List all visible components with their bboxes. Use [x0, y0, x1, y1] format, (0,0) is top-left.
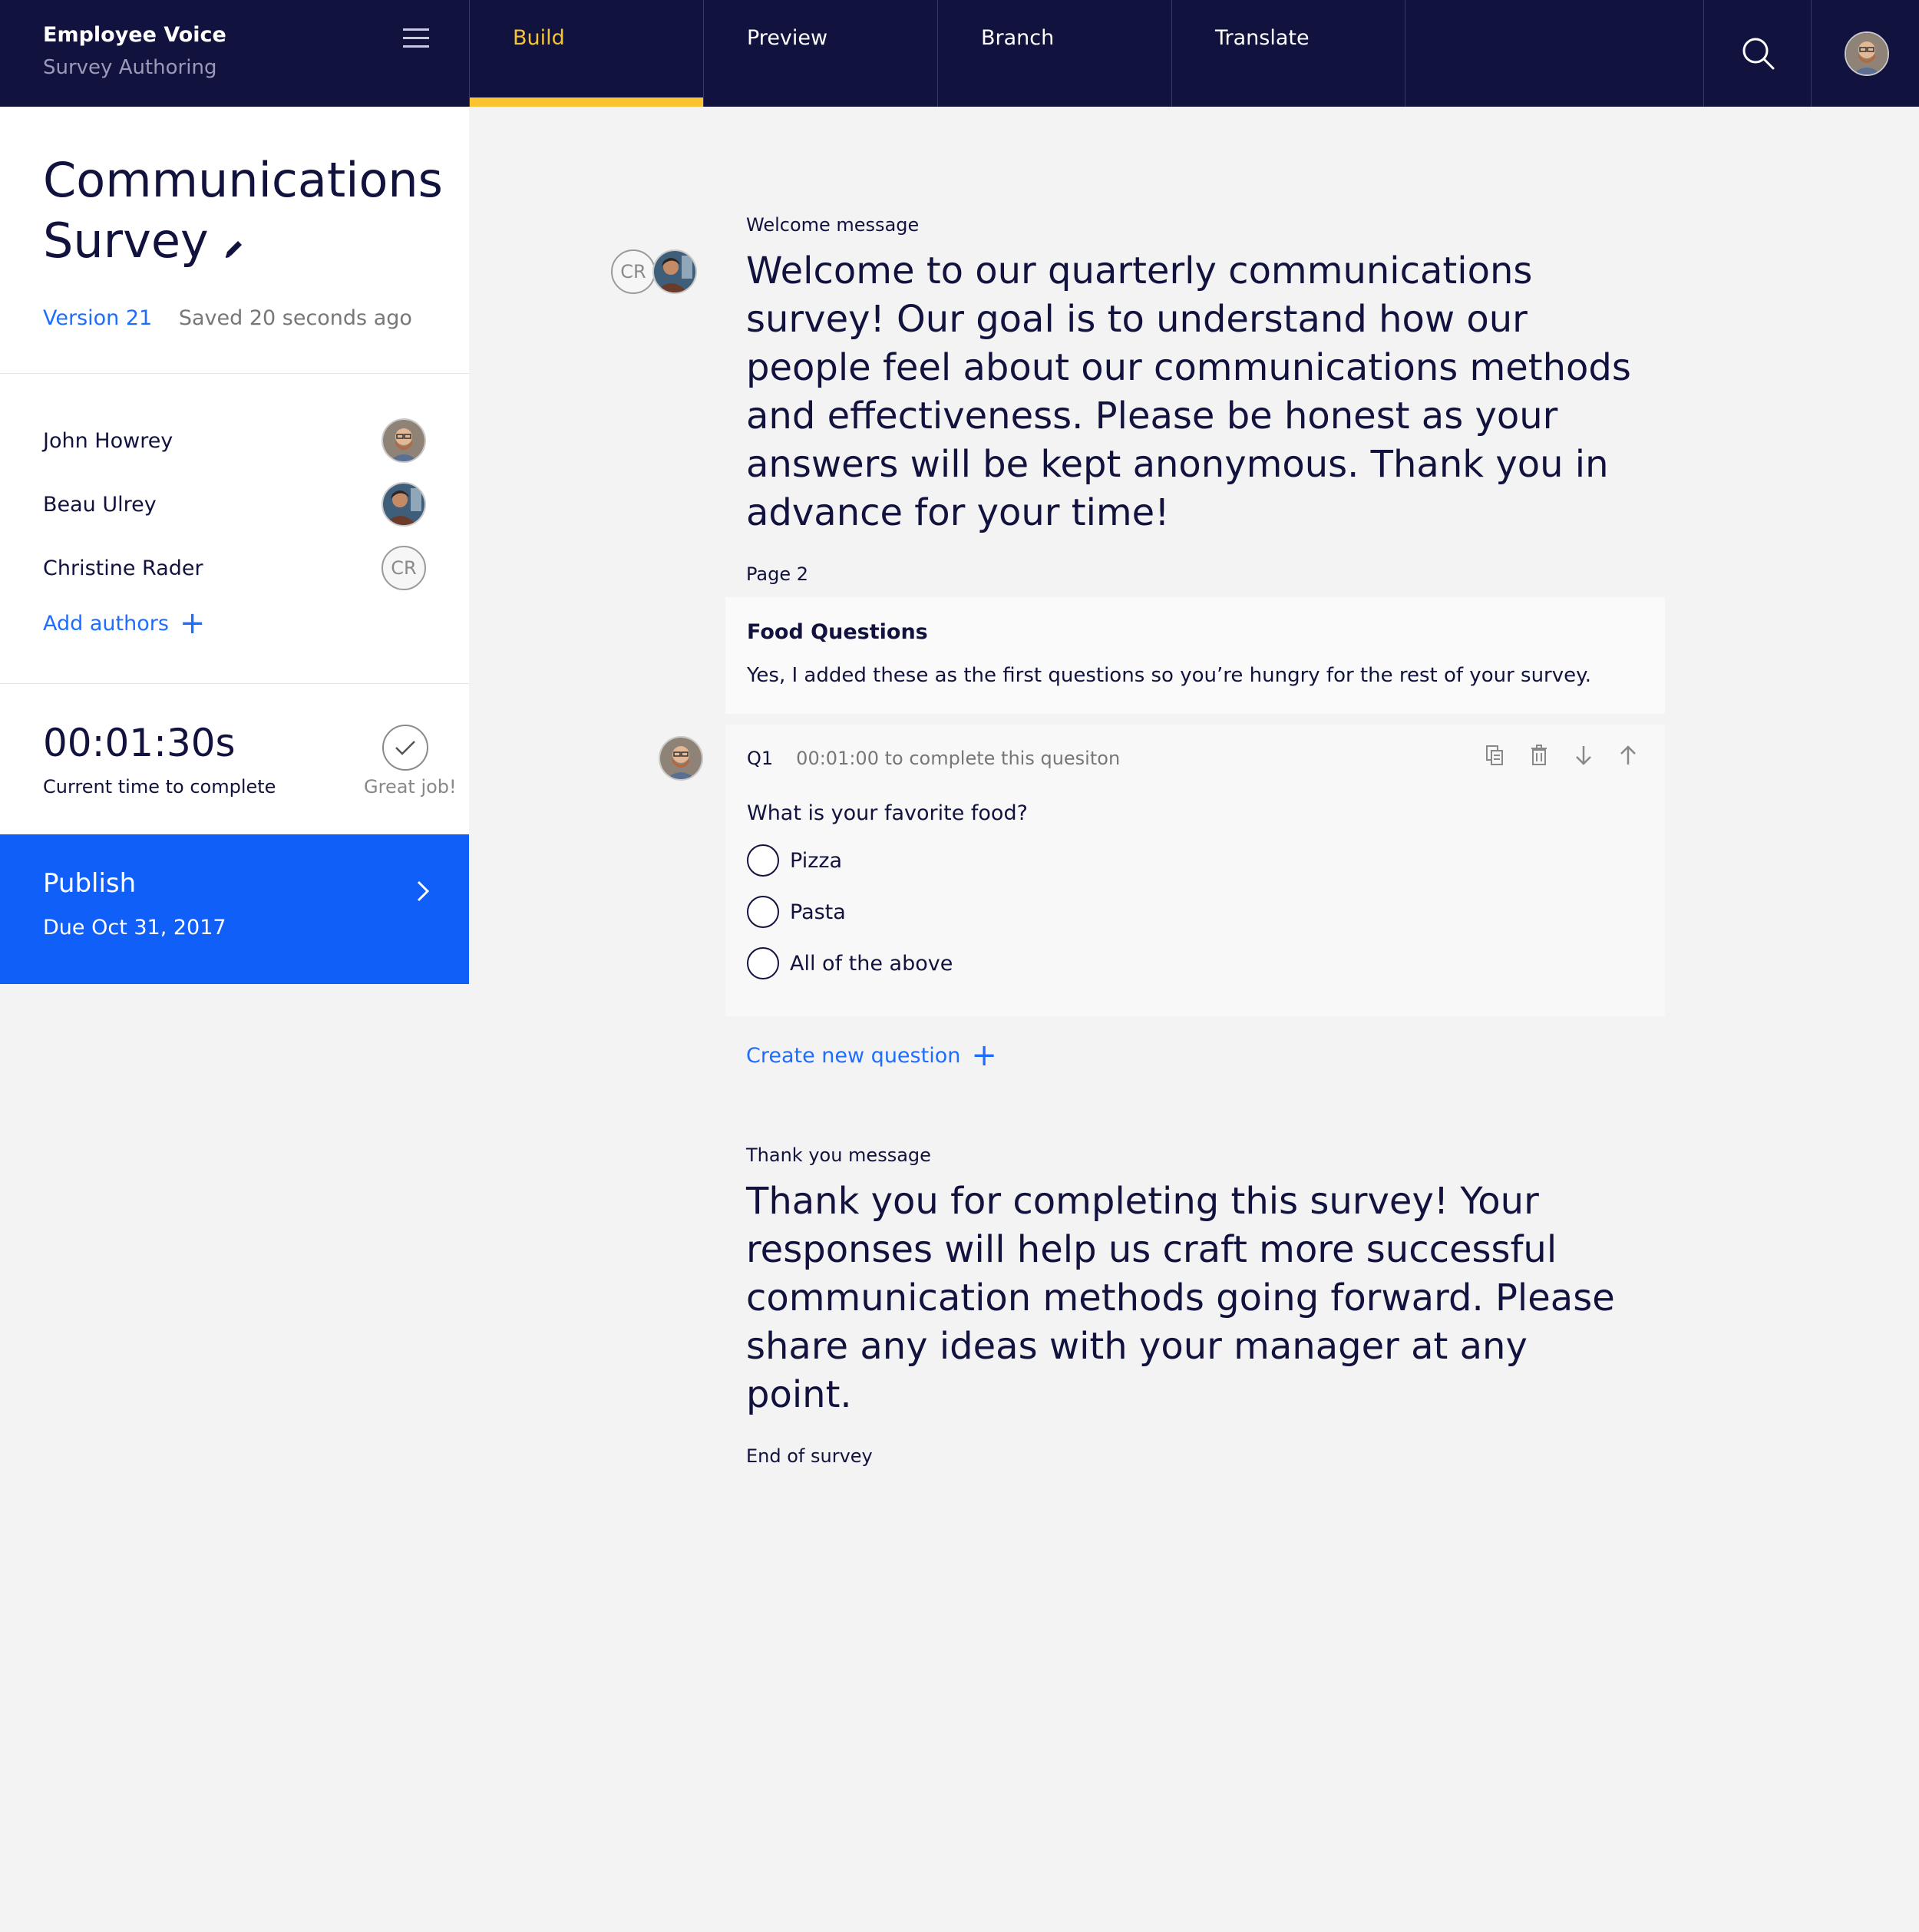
welcome-message[interactable]: Welcome to our quarterly communications … [746, 247, 1637, 537]
checkmark-icon [382, 725, 428, 771]
author-row: Christine Rader CR [43, 544, 426, 592]
end-of-survey-label: End of survey [746, 1445, 873, 1467]
plus-icon: + [971, 1038, 997, 1073]
question-text[interactable]: What is your favorite food? [747, 801, 1643, 825]
author-row: John Howrey [43, 417, 426, 464]
arrow-up-icon[interactable] [1619, 745, 1637, 769]
status-message: Great job! [364, 776, 457, 798]
main-tabs: Build Preview Branch Translate [469, 0, 1405, 107]
question-card[interactable]: Q1 00:01:00 to complete this quesiton Wh… [725, 725, 1665, 1016]
welcome-authors: CR [611, 249, 697, 294]
survey-sidebar: Communications Survey Version 21 Saved 2… [0, 107, 469, 984]
question-time: 00:01:00 to complete this quesiton [796, 748, 1121, 769]
author-row: Beau Ulrey [43, 481, 426, 528]
authors-list: John Howrey Beau Ulrey Christine Rader C… [0, 374, 469, 684]
publish-due-date: Due Oct 31, 2017 [43, 916, 226, 940]
search-button[interactable] [1703, 0, 1812, 107]
radio-button[interactable] [747, 844, 779, 877]
version-row: Version 21 Saved 20 seconds ago [43, 306, 426, 330]
brand: Employee Voice Survey Authoring [43, 23, 226, 79]
page-section-card[interactable]: Food Questions Yes, I added these as the… [725, 597, 1665, 714]
thank-you-label: Thank you message [746, 1144, 931, 1166]
answer-option[interactable]: All of the above [747, 947, 1643, 979]
time-label: Current time to complete [43, 776, 276, 798]
radio-button[interactable] [747, 896, 779, 928]
survey-title: Communications Survey [43, 150, 443, 274]
create-question-button[interactable]: Create new question + [746, 1040, 997, 1071]
avatar[interactable] [659, 736, 703, 781]
author-name: John Howrey [43, 428, 173, 453]
tab-branch[interactable]: Branch [937, 0, 1171, 107]
pencil-icon[interactable] [223, 213, 246, 274]
welcome-label: Welcome message [746, 214, 920, 236]
tab-build[interactable]: Build [469, 0, 703, 107]
trash-icon[interactable] [1530, 745, 1548, 769]
tab-preview[interactable]: Preview [703, 0, 937, 107]
page-title: Food Questions [747, 620, 928, 644]
avatar[interactable] [652, 249, 697, 294]
chevron-right-icon [415, 879, 431, 907]
copy-icon[interactable] [1485, 745, 1504, 769]
page-label: Page 2 [746, 563, 808, 585]
avatar[interactable] [381, 482, 426, 527]
create-question-label: Create new question [746, 1043, 961, 1068]
publish-button[interactable]: Publish Due Oct 31, 2017 [0, 834, 469, 984]
avatar[interactable]: CR [381, 546, 426, 590]
option-label: Pasta [790, 900, 846, 924]
answer-option[interactable]: Pasta [747, 896, 1643, 928]
thank-you-message[interactable]: Thank you for completing this survey! Yo… [746, 1177, 1637, 1419]
option-label: Pizza [790, 848, 843, 873]
version-link[interactable]: Version 21 [43, 306, 152, 330]
question-actions [1485, 745, 1637, 769]
author-name: Christine Rader [43, 556, 203, 580]
add-authors-button[interactable]: Add authors + [43, 608, 205, 639]
arrow-down-icon[interactable] [1574, 745, 1593, 769]
top-bar: Employee Voice Survey Authoring Build Pr… [0, 0, 1919, 107]
completion-time: 00:01:30s Current time to complete Great… [0, 684, 469, 834]
avatar[interactable]: CR [611, 249, 656, 294]
author-name: Beau Ulrey [43, 492, 157, 517]
tab-translate[interactable]: Translate [1171, 0, 1405, 107]
user-avatar[interactable] [1845, 31, 1889, 76]
time-to-complete: 00:01:30s [43, 721, 236, 765]
page-description: Yes, I added these as the first question… [747, 664, 1592, 687]
saved-status: Saved 20 seconds ago [178, 306, 412, 331]
survey-header: Communications Survey Version 21 Saved 2… [0, 107, 469, 374]
plus-icon: + [179, 606, 206, 641]
question-number: Q1 [747, 748, 774, 769]
search-icon [1742, 38, 1775, 70]
avatar[interactable] [381, 418, 426, 463]
menu-icon[interactable] [403, 28, 429, 48]
option-label: All of the above [790, 951, 953, 976]
app-subtitle: Survey Authoring [43, 56, 217, 79]
answer-option[interactable]: Pizza [747, 844, 1643, 877]
publish-label: Publish [43, 868, 137, 899]
add-authors-label: Add authors [43, 611, 169, 636]
app-title: Employee Voice [43, 23, 226, 47]
radio-button[interactable] [747, 947, 779, 979]
